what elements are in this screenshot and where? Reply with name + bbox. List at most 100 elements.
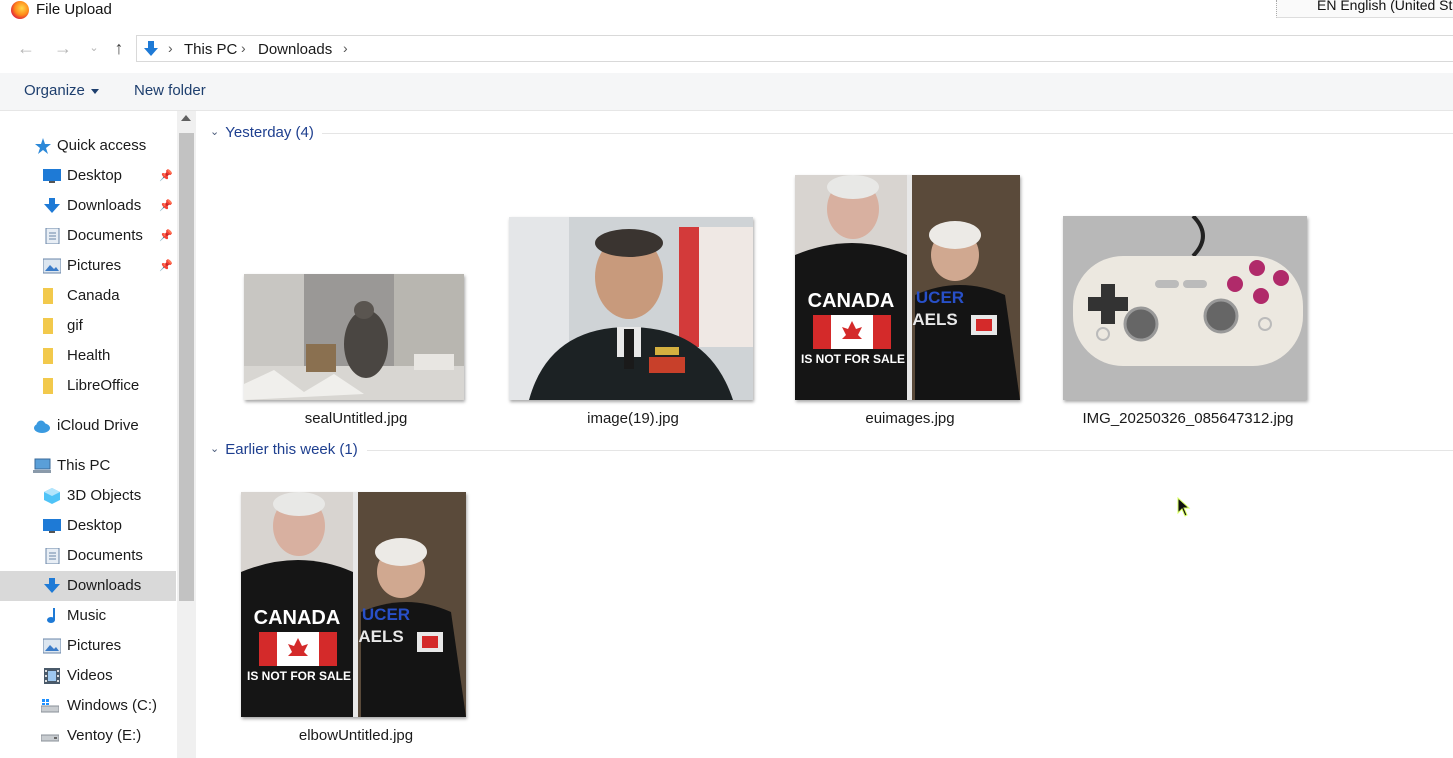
sidebar-item-pictures[interactable]: Pictures 📌 [0,251,176,281]
pin-icon: 📌 [159,200,173,212]
file-name-euimages[interactable]: euimages.jpg [780,410,1040,427]
sidebar-item-label: Documents [67,227,143,244]
sidebar-item-label: Quick access [57,137,147,154]
scroll-up-arrow-icon[interactable] [181,115,191,121]
music-note-icon [47,608,55,623]
file-thumbnail-seal[interactable] [244,274,464,400]
file-thumbnail-euimages[interactable]: CANADA IS NOT FOR SALE UCER AELS [795,175,1020,400]
mouse-pointer-icon [1177,497,1191,517]
pictures-icon [43,638,61,654]
film-strip-icon [44,668,60,684]
shirt-text-canada: CANADA [254,607,341,629]
sidebar-item-label: 3D Objects [67,487,142,504]
sidebar-item-documents-pc[interactable]: Documents [0,541,176,571]
title-bar: File Upload EN English (United Sta [0,0,1453,22]
usb-drive-icon [41,734,59,742]
organize-label: Organize [24,82,85,99]
breadcrumb-this-pc[interactable]: This PC [184,41,237,58]
sidebar-item-ventoy-e[interactable]: Ventoy (E:) [0,721,176,751]
file-name-image19[interactable]: image(19).jpg [503,410,763,427]
recent-locations-chevron-icon[interactable]: ⌄ [83,37,105,59]
sidebar-item-documents[interactable]: Documents 📌 [0,221,176,251]
seal-photo-image [244,274,464,400]
sidebar-item-videos[interactable]: Videos [0,661,176,691]
pin-icon: 📌 [159,260,173,272]
pin-icon: 📌 [159,230,173,242]
folder-icon [43,378,53,394]
folder-icon [43,318,53,334]
dropdown-caret-icon [90,88,99,94]
breadcrumb-separator-icon[interactable]: › [168,40,173,56]
cloud-icon [34,420,50,433]
file-thumbnail-controller[interactable] [1063,216,1307,400]
folder-icon [43,288,53,304]
forward-arrow-icon[interactable]: → [52,37,74,59]
up-arrow-icon[interactable]: ↑ [108,37,130,59]
computer-icon [33,458,51,473]
language-indicator[interactable]: EN English (United Sta [1276,0,1453,18]
file-list-pane: ⌄ Yesterday (4) sealUntitled.jpg image(1… [196,111,1453,758]
sidebar-item-label: This PC [57,457,111,474]
group-header-earlier-this-week[interactable]: ⌄ Earlier this week (1) [210,441,358,458]
sidebar-item-label: Downloads [67,577,142,594]
sidebar-item-quick-access[interactable]: Quick access [0,131,176,161]
desktop-icon [43,169,61,183]
new-folder-button[interactable]: New folder [134,82,206,99]
sidebar-item-downloads[interactable]: Downloads 📌 [0,191,176,221]
download-arrow-icon [44,198,60,213]
canada-shirt-photo-image: CANADA IS NOT FOR SALE UCER AELS [795,175,1020,400]
sidebar-item-label: Pictures [67,257,122,274]
organize-button[interactable]: Organize [24,82,99,99]
download-arrow-icon [144,41,158,56]
address-bar[interactable]: › This PC › Downloads › [136,35,1453,62]
sidebar-item-this-pc[interactable]: This PC [0,451,176,481]
sidebar-item-gif[interactable]: gif [0,311,176,341]
banner-text: UCER [916,288,964,307]
sidebar-item-desktop-pc[interactable]: Desktop [0,511,176,541]
group-label: Earlier this week (1) [225,441,358,458]
breadcrumb-separator-icon[interactable]: › [241,40,246,56]
file-thumbnail-elbow[interactable]: CANADA IS NOT FOR SALE UCER AELS [241,492,466,717]
scrollbar-thumb[interactable] [179,133,194,601]
documents-icon [45,228,60,244]
pin-icon: 📌 [159,170,173,182]
sidebar-item-label: Canada [67,287,120,304]
chevron-down-icon: ⌄ [210,126,220,138]
download-arrow-icon [44,578,60,593]
breadcrumb-separator-icon[interactable]: › [343,40,348,56]
banner-text: UCER [362,605,410,624]
sidebar-item-label: Desktop [67,167,123,184]
sidebar-item-health[interactable]: Health [0,341,176,371]
sidebar-item-libreoffice[interactable]: LibreOffice [0,371,176,401]
sidebar-item-canada[interactable]: Canada [0,281,176,311]
3d-objects-icon [44,488,60,504]
sidebar-item-label: Documents [67,547,143,564]
language-label: EN English (United Sta [1317,0,1453,13]
file-name-controller[interactable]: IMG_20250326_085647312.jpg [1058,410,1318,427]
sidebar-item-music[interactable]: Music [0,601,176,631]
sidebar-item-label: Downloads [67,197,142,214]
window-title: File Upload [36,1,112,18]
sidebar-scrollbar[interactable] [177,111,196,758]
sidebar-item-icloud-drive[interactable]: iCloud Drive [0,411,176,441]
shirt-text-not-for-sale: IS NOT FOR SALE [247,669,351,683]
file-name-seal[interactable]: sealUntitled.jpg [226,410,486,427]
sidebar-item-pictures-pc[interactable]: Pictures [0,631,176,661]
pictures-icon [43,258,61,274]
file-thumbnail-image19[interactable] [509,217,753,400]
sidebar-item-label: Videos [67,667,113,684]
shirt-text-not-for-sale: IS NOT FOR SALE [801,352,905,366]
desktop-icon [43,519,61,533]
banner-text-2: AELS [358,627,403,646]
group-header-yesterday[interactable]: ⌄ Yesterday (4) [210,124,314,141]
sidebar-item-windows-c[interactable]: Windows (C:) [0,691,176,721]
sidebar-item-label: Desktop [67,517,123,534]
banner-text-2: AELS [912,310,957,329]
back-arrow-icon[interactable]: ← [15,37,37,59]
drive-c-icon [41,699,59,713]
sidebar-item-downloads-pc[interactable]: Downloads [0,571,176,601]
sidebar-item-desktop[interactable]: Desktop 📌 [0,161,176,191]
breadcrumb-downloads[interactable]: Downloads [258,41,332,58]
file-name-elbow[interactable]: elbowUntitled.jpg [226,727,486,744]
sidebar-item-3d-objects[interactable]: 3D Objects [0,481,176,511]
